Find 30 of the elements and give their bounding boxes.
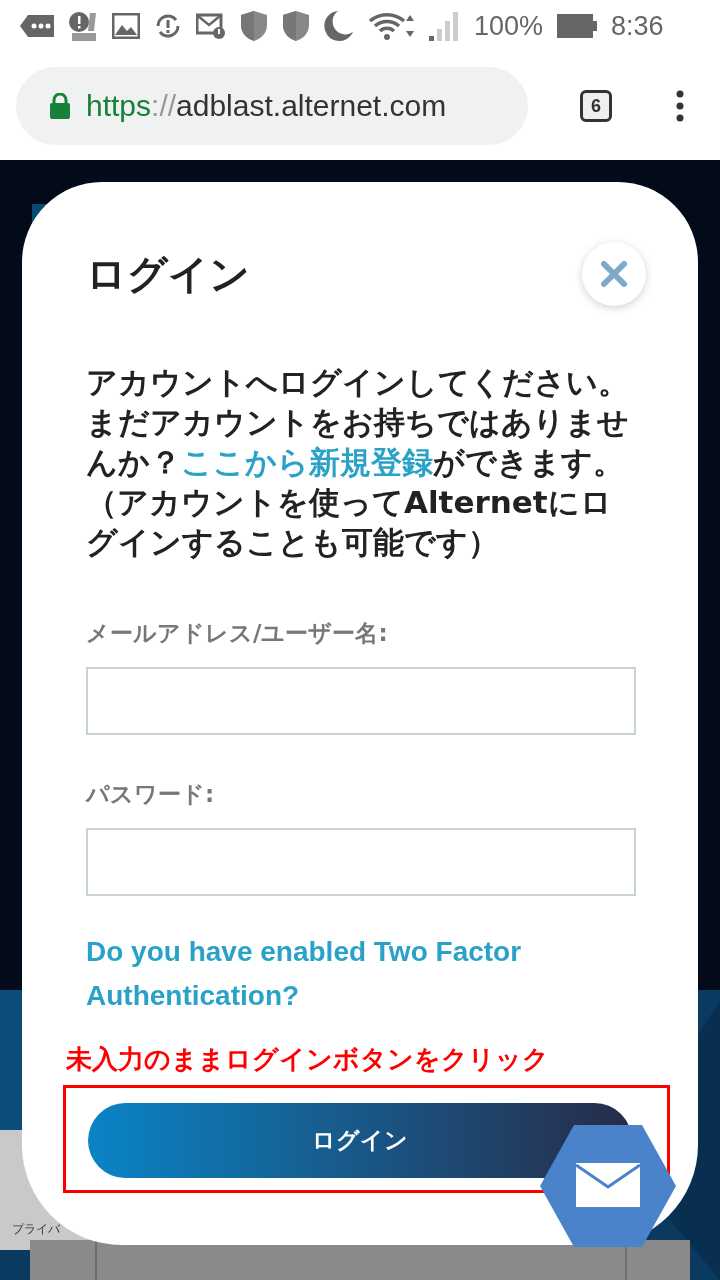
url-text: https://adblast.alternet.com [86,89,447,123]
close-icon [601,261,627,287]
dialog-title: ログイン [86,249,250,299]
alert-icon [68,11,98,41]
shield-icon [240,10,268,42]
tab-count-button[interactable]: 6 [580,90,612,122]
more-icon [20,13,54,39]
wifi-icon [368,11,414,41]
footer-text: プライバ [12,1222,60,1236]
mail-button[interactable] [540,1125,676,1247]
battery-icon [557,14,598,38]
mail-alert-icon [196,12,226,40]
moon-icon [324,10,354,42]
address-bar[interactable]: https://adblast.alternet.com [16,67,528,145]
image-icon [112,13,140,39]
signal-icon [428,10,460,42]
intro-text: アカウントへログインしてください。まだアカウントをお持ちではありませんか？ここから新規登録ができます。（アカウントを使ってAlternetにログインすることも可能です） [86,363,630,562]
sync-alert-icon [154,12,182,40]
lock-icon [50,93,70,119]
more-menu-icon[interactable] [676,90,684,122]
annotation-text: 未入力のままログインボタンをクリック [66,1043,549,1076]
field-label: パスワード: [86,780,216,809]
field-label: メールアドレス/ユーザー名: [86,619,389,648]
input-field[interactable] [86,667,636,735]
close-button[interactable] [582,242,646,306]
envelope-icon [575,1163,641,1207]
clock: 8:36 [611,10,664,42]
shield-icon [282,10,310,42]
input-field[interactable] [86,828,636,896]
battery-percentage: 100% [474,10,544,42]
